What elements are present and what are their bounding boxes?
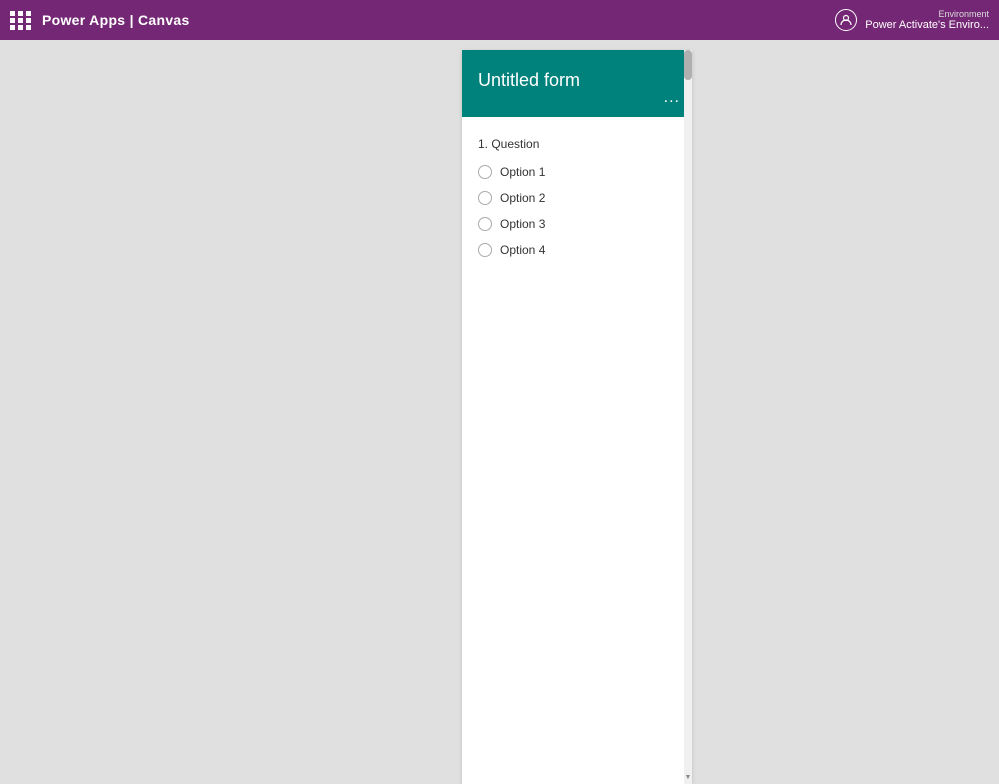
option-label-1: Option 1	[500, 165, 545, 179]
scrollbar-arrow-down[interactable]: ▼	[684, 770, 692, 784]
radio-option-3[interactable]	[478, 217, 492, 231]
main-area: Untitled form ... 1. Question Option 1 O…	[0, 40, 999, 784]
topbar-right: Environment Power Activate's Enviro...	[835, 9, 989, 31]
form-body: 1. Question Option 1 Option 2 Option 3 O…	[462, 117, 692, 289]
option-row-2: Option 2	[478, 191, 676, 205]
question-label: 1. Question	[478, 137, 676, 151]
scrollbar-thumb[interactable]	[684, 50, 692, 80]
option-label-4: Option 4	[500, 243, 545, 257]
option-label-2: Option 2	[500, 191, 545, 205]
env-info: Environment Power Activate's Enviro...	[865, 9, 989, 31]
form-title: Untitled form	[478, 70, 676, 91]
form-header: Untitled form ...	[462, 50, 692, 117]
right-sidebar	[809, 40, 999, 784]
radio-option-4[interactable]	[478, 243, 492, 257]
form-container: Untitled form ... 1. Question Option 1 O…	[462, 50, 692, 784]
left-sidebar	[0, 40, 345, 784]
apps-icon[interactable]	[10, 11, 32, 30]
env-label: Environment	[938, 9, 989, 19]
topbar: Power Apps | Canvas Environment Power Ac…	[0, 0, 999, 40]
option-row-4: Option 4	[478, 243, 676, 257]
canvas-area: Untitled form ... 1. Question Option 1 O…	[345, 40, 809, 784]
radio-option-1[interactable]	[478, 165, 492, 179]
env-name: Power Activate's Enviro...	[865, 19, 989, 31]
option-row-1: Option 1	[478, 165, 676, 179]
option-label-3: Option 3	[500, 217, 545, 231]
option-row-3: Option 3	[478, 217, 676, 231]
form-scrollbar[interactable]: ▼	[684, 50, 692, 784]
environment-icon	[835, 9, 857, 31]
brand-text: Power Apps | Canvas	[42, 12, 190, 28]
radio-option-2[interactable]	[478, 191, 492, 205]
form-header-menu-button[interactable]: ...	[664, 89, 680, 107]
topbar-left: Power Apps | Canvas	[10, 11, 190, 30]
